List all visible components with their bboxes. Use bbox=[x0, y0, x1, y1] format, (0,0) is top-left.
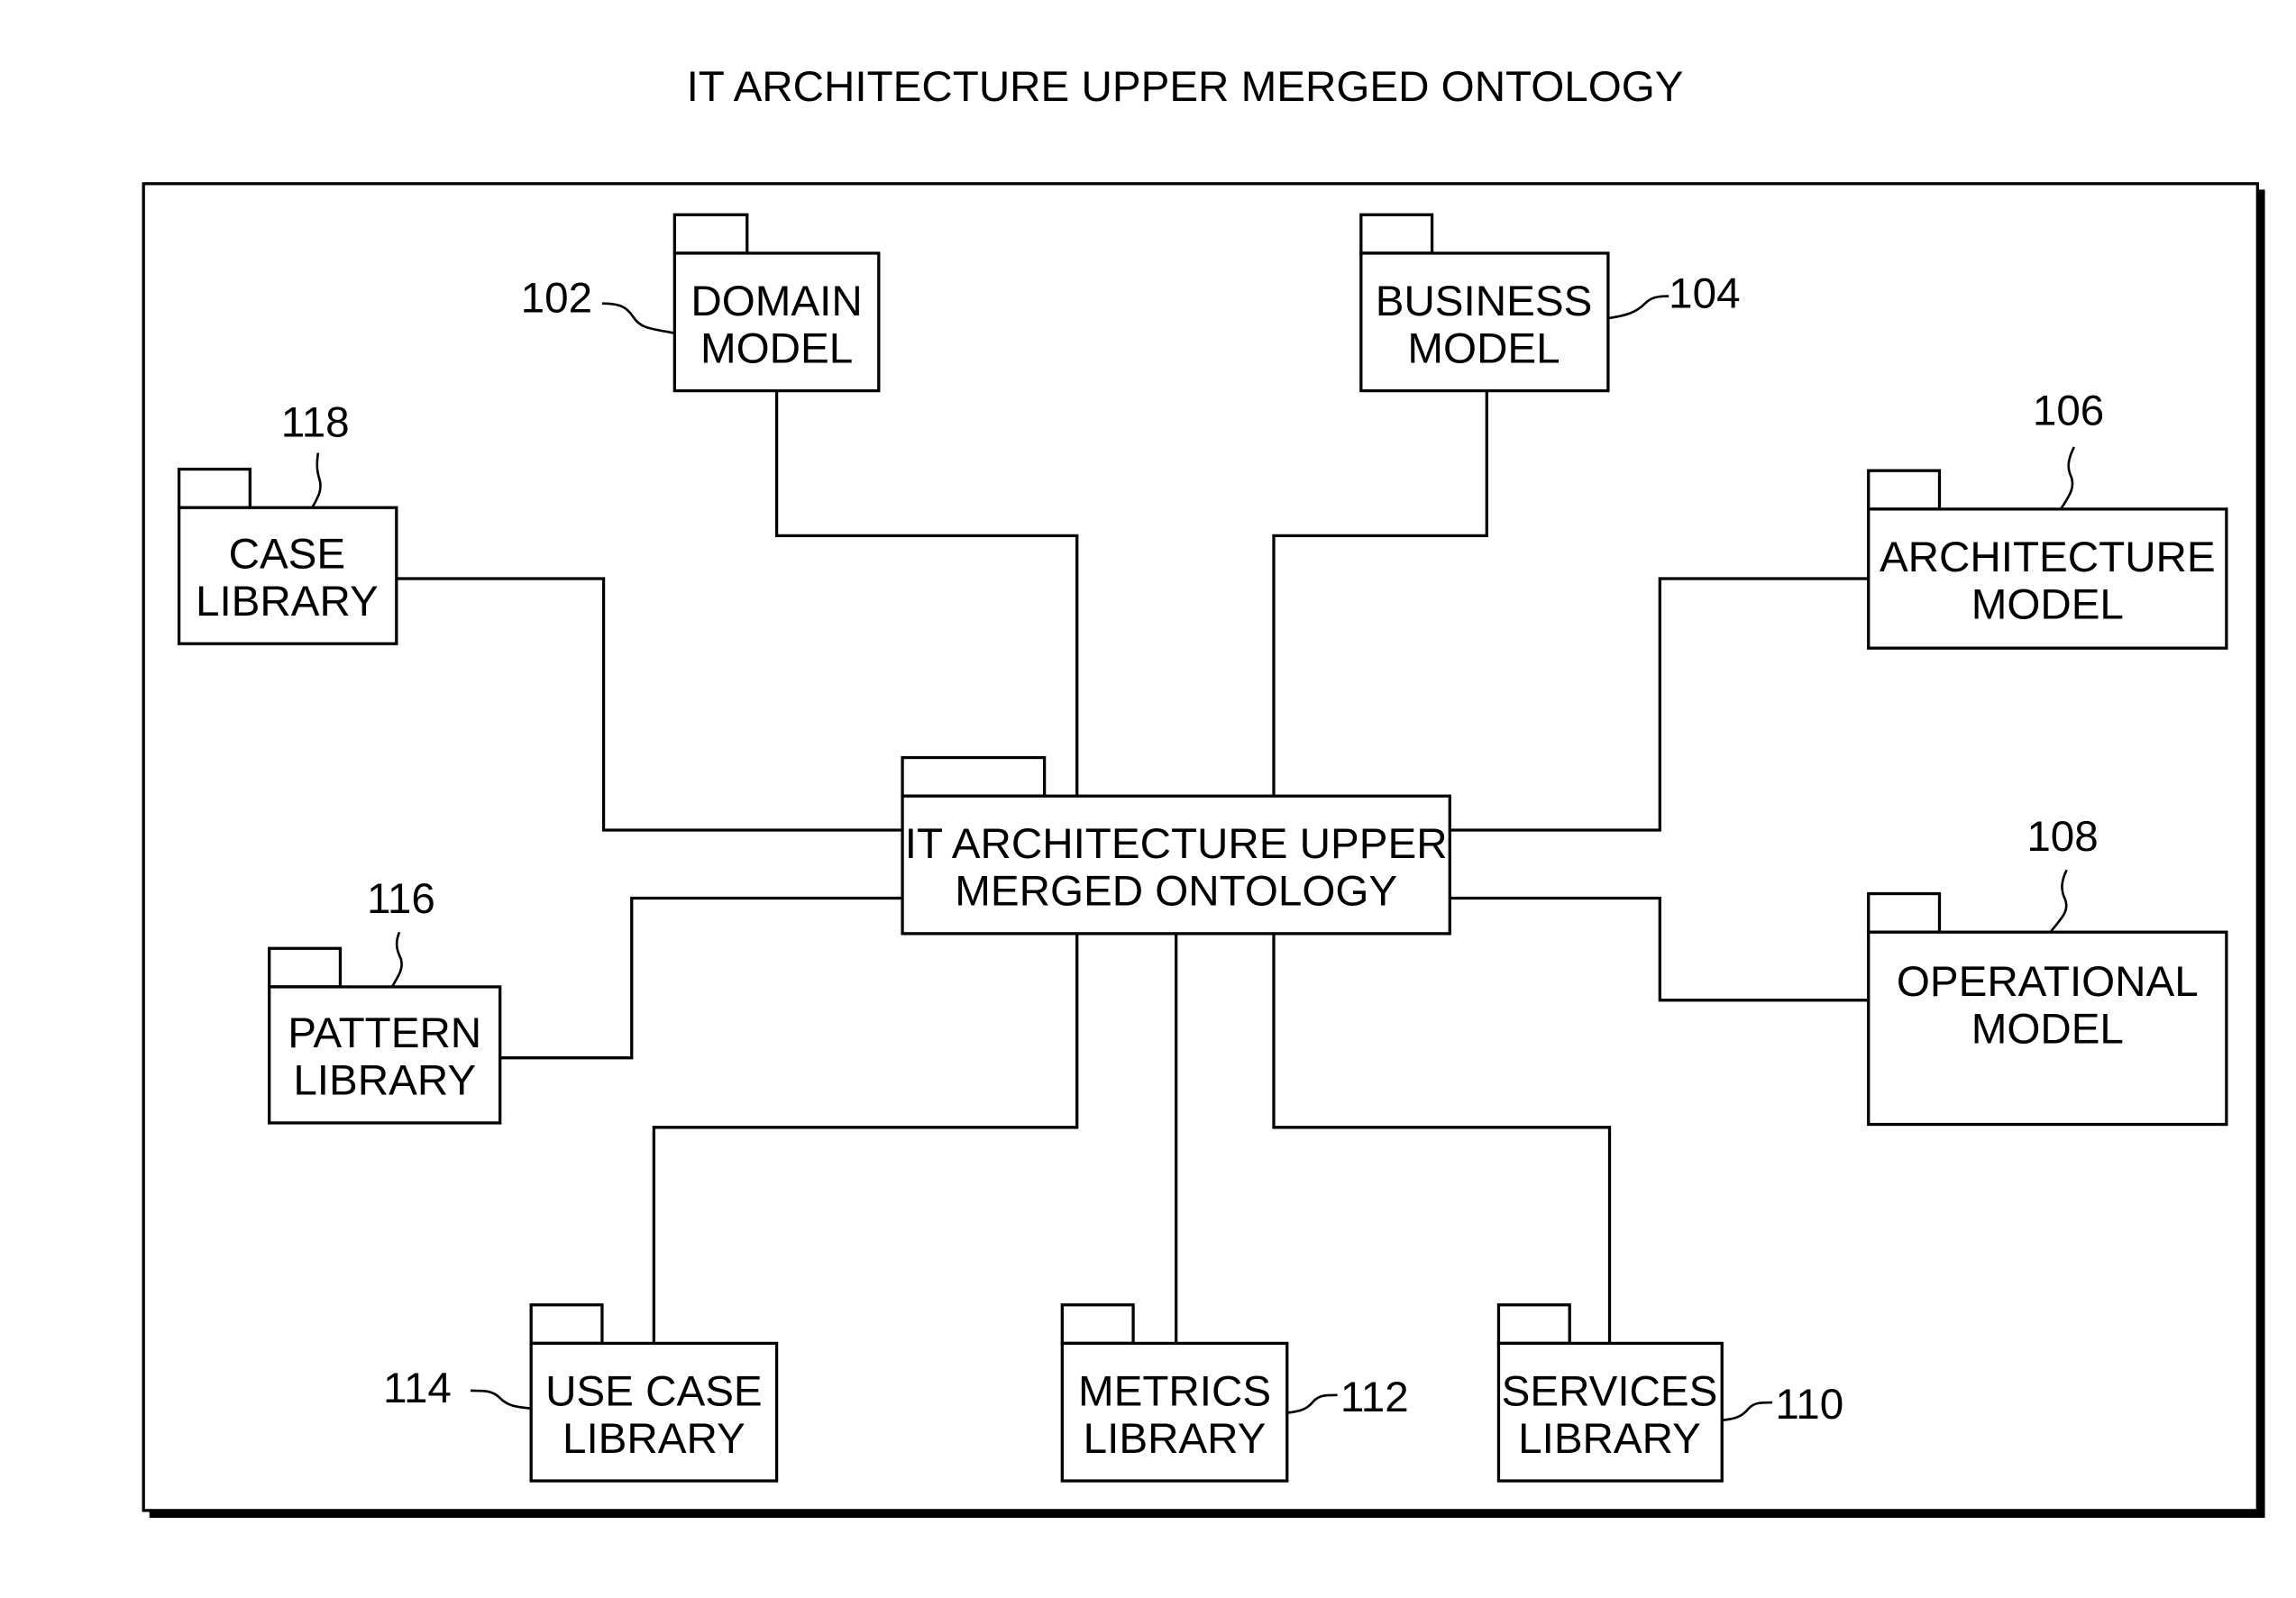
reference-number: 114 bbox=[383, 1365, 452, 1412]
reference-number: 102 bbox=[521, 275, 592, 323]
reference-number: 106 bbox=[2033, 387, 2104, 434]
package-tab bbox=[1867, 469, 1942, 511]
package-tab bbox=[672, 213, 749, 255]
node-label-line1: DOMAIN bbox=[691, 278, 862, 325]
reference-number: 110 bbox=[1775, 1381, 1843, 1429]
package-tab bbox=[268, 946, 343, 989]
package-tab bbox=[1060, 1303, 1135, 1346]
node-label-line1: PATTERN bbox=[288, 1009, 481, 1057]
center-label-line1: IT ARCHITECTURE UPPER bbox=[905, 820, 1448, 868]
package-tab bbox=[1496, 1303, 1571, 1346]
node-label-line1: OPERATIONAL bbox=[1897, 958, 2199, 1006]
node-label-line1: SERVICES bbox=[1502, 1367, 1718, 1415]
reference-number: 118 bbox=[281, 398, 350, 446]
node-label-line2: LIBRARY bbox=[1084, 1415, 1267, 1463]
center-label-line2: MERGED ONTOLOGY bbox=[955, 868, 1397, 916]
node-label-line2: MODEL bbox=[1407, 324, 1560, 372]
diagram-title: IT ARCHITECTURE UPPER MERGED ONTOLOGY bbox=[687, 63, 1684, 111]
node-label-line2: LIBRARY bbox=[293, 1057, 476, 1105]
node-label-line1: BUSINESS bbox=[1376, 278, 1593, 325]
reference-number: 104 bbox=[1669, 270, 1740, 318]
node-label-line1: METRICS bbox=[1078, 1367, 1271, 1415]
node-label-line2: LIBRARY bbox=[1518, 1415, 1701, 1463]
package-tab bbox=[177, 467, 252, 509]
reference-number: 112 bbox=[1340, 1374, 1409, 1421]
reference-number: 108 bbox=[2026, 813, 2098, 861]
package-tab bbox=[901, 755, 1047, 798]
ontology-diagram: IT ARCHITECTURE UPPER MERGED ONTOLOGY IT… bbox=[142, 63, 2265, 1519]
node-label-line1: ARCHITECTURE bbox=[1880, 534, 2216, 581]
package-tab bbox=[529, 1303, 604, 1346]
package-tab bbox=[1867, 891, 1942, 934]
node-label-line1: USE CASE bbox=[545, 1367, 763, 1415]
reference-number: 116 bbox=[367, 875, 435, 923]
node-label-line2: MODEL bbox=[700, 324, 853, 372]
package-tab bbox=[1359, 213, 1434, 255]
node-label-line2: LIBRARY bbox=[563, 1415, 746, 1463]
node-label-line2: MODEL bbox=[1971, 580, 2124, 628]
node-label-line2: LIBRARY bbox=[196, 578, 379, 626]
node-label-line2: MODEL bbox=[1971, 1005, 2124, 1053]
node-label-line1: CASE bbox=[229, 530, 346, 578]
